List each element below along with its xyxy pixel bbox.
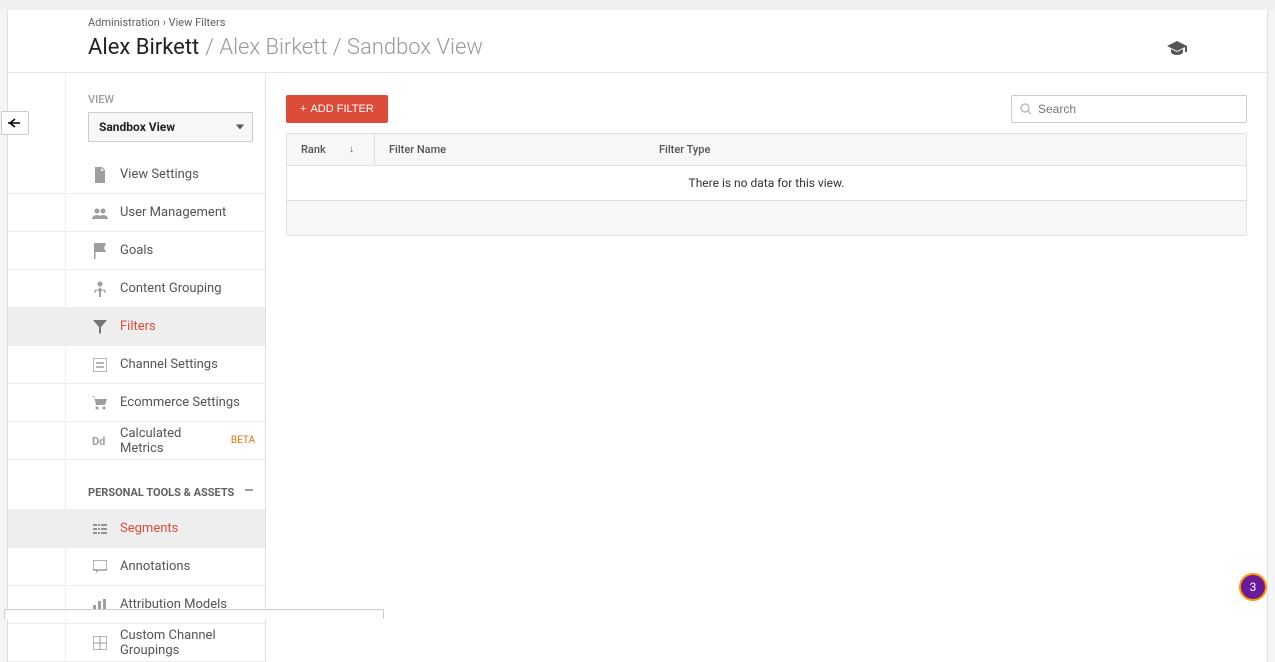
breadcrumb-sep: › <box>163 16 166 29</box>
sidebar-item-label: Channel Settings <box>92 357 218 372</box>
beta-badge: BETA <box>231 435 255 446</box>
sidebar-item-calculated-metrics[interactable]: DdCalculated Metrics BETA <box>8 422 265 460</box>
search-field[interactable] <box>1011 95 1247 123</box>
search-icon <box>1020 103 1032 115</box>
column-header-filter-type[interactable]: Filter Type <box>645 134 1246 165</box>
dd-icon: Dd <box>92 435 108 447</box>
education-icon[interactable] <box>1167 41 1187 55</box>
svg-text:Dd: Dd <box>92 435 105 447</box>
column-header-rank-label: Rank <box>301 143 326 156</box>
search-input[interactable] <box>1038 102 1238 116</box>
table-empty-message: There is no data for this view. <box>287 166 1246 201</box>
chevron-down-icon <box>236 125 244 130</box>
sidebar-item-label: Content Grouping <box>92 281 222 296</box>
sidebar-item-annotations[interactable]: Annotations <box>8 548 265 586</box>
add-filter-label: ADD FILTER <box>310 103 373 115</box>
flag-icon <box>92 243 108 259</box>
sidebar-item-user-management[interactable]: User Management <box>8 194 265 232</box>
sidebar-item-segments[interactable]: Segments <box>8 510 265 548</box>
sidebar-item-label: Calculated Metrics <box>92 426 215 456</box>
segments-icon <box>92 523 108 535</box>
breadcrumb-current: View Filters <box>169 16 226 29</box>
breadcrumb-root[interactable]: Administration <box>88 16 160 29</box>
sidebar-section-label: VIEW <box>8 93 265 112</box>
view-selector[interactable]: Sandbox View <box>88 112 253 142</box>
notification-badge[interactable]: 3 <box>1239 573 1267 601</box>
add-filter-button[interactable]: + ADD FILTER <box>286 95 388 123</box>
view-selector-value: Sandbox View <box>99 120 175 134</box>
page-title-path: / Alex Birkett / Sandbox View <box>205 35 483 60</box>
doc-icon <box>92 167 108 183</box>
cart-icon <box>92 396 108 410</box>
sort-arrow-icon: ↓ <box>349 144 354 155</box>
chat-icon <box>92 560 108 573</box>
sidebar-item-goals[interactable]: Goals <box>8 232 265 270</box>
column-header-rank[interactable]: Rank ↓ <box>287 134 375 165</box>
sidebar-item-label: View Settings <box>92 167 199 182</box>
users-icon <box>92 207 108 219</box>
sidebar-item-label: User Management <box>92 205 226 220</box>
plus-icon: + <box>300 103 306 115</box>
table-footer <box>287 201 1246 235</box>
main-content: + ADD FILTER Rank ↓ Filter N <box>266 73 1267 662</box>
person-icon <box>92 281 108 297</box>
sidebar: VIEW Sandbox View View Settings User Mana… <box>8 73 266 662</box>
sidebar-item-custom-channel-groupings[interactable]: Custom Channel Groupings <box>8 624 265 662</box>
channel-icon <box>92 358 108 372</box>
sidebar-item-view-settings[interactable]: View Settings <box>8 156 265 194</box>
sidebar-item-content-grouping[interactable]: Content Grouping <box>8 270 265 308</box>
sidebar-item-ecommerce-settings[interactable]: Ecommerce Settings <box>8 384 265 422</box>
sidebar-item-filters[interactable]: Filters <box>8 308 265 346</box>
breadcrumb: Administration › View Filters <box>8 10 1267 29</box>
sidebar-item-channel-settings[interactable]: Channel Settings <box>8 346 265 384</box>
column-header-filter-name[interactable]: Filter Name <box>375 134 645 165</box>
status-bar-stub <box>4 609 384 619</box>
sidebar-group-header[interactable]: PERSONAL TOOLS & ASSETS <box>8 460 265 510</box>
sidebar-item-label: Ecommerce Settings <box>92 395 240 410</box>
page-title: Alex Birkett <box>88 35 199 60</box>
grid-icon <box>92 636 108 650</box>
filters-table: Rank ↓ Filter Name Filter Type There is … <box>286 133 1247 236</box>
sidebar-item-label: Custom Channel Groupings <box>92 628 255 658</box>
filter-icon <box>92 320 108 334</box>
